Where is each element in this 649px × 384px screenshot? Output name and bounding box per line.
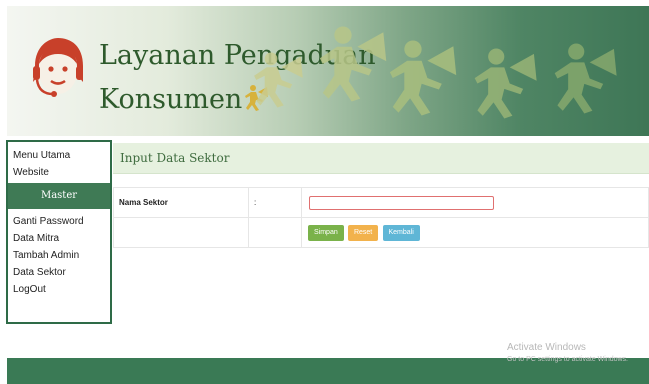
- reset-button[interactable]: Reset: [347, 224, 379, 241]
- sidebar-item-tambah-admin[interactable]: Tambah Admin: [8, 247, 110, 264]
- running-person-megaphone-icon: [254, 52, 303, 108]
- sidebar-item-menu-utama[interactable]: Menu Utama: [8, 147, 110, 164]
- content-header: Input Data Sektor: [113, 143, 649, 174]
- sidebar-item-data-sektor[interactable]: Data Sektor: [8, 264, 110, 281]
- field-separator: :: [248, 187, 302, 218]
- operator-headset-icon: [33, 38, 83, 97]
- save-button[interactable]: Simpan: [308, 224, 344, 241]
- empty-cell: [248, 217, 302, 248]
- running-person-megaphone-icon: [554, 43, 617, 114]
- running-person-megaphone-icon: [389, 40, 457, 116]
- form-row-actions: Simpan Reset Kembali: [113, 217, 649, 248]
- page-title: Input Data Sektor: [120, 151, 230, 165]
- field-label: Nama Sektor: [113, 187, 249, 218]
- form-row-nama-sektor: Nama Sektor :: [113, 187, 649, 218]
- nama-sektor-input[interactable]: [309, 195, 494, 210]
- running-person-megaphone-icon: [474, 48, 537, 119]
- header-banner: Layanan Pengaduan Konsumen: [7, 6, 649, 136]
- sidebar-item-website[interactable]: Website: [8, 164, 110, 181]
- activation-watermark-subtitle: Go to PC settings to activate Windows.: [507, 356, 628, 363]
- sector-form: Nama Sektor : Simpan Reset Kembali: [113, 187, 649, 248]
- running-person-megaphone-icon: [319, 26, 387, 102]
- sidebar-section-master[interactable]: Master: [8, 183, 110, 209]
- sidebar-item-logout[interactable]: LogOut: [8, 281, 110, 298]
- back-button[interactable]: Kembali: [382, 224, 420, 241]
- actions-cell: Simpan Reset Kembali: [301, 217, 649, 248]
- sidebar-item-data-mitra[interactable]: Data Mitra: [8, 230, 110, 247]
- sidebar-menu: Menu Utama Website Master Ganti Password…: [6, 140, 112, 324]
- sidebar-item-ganti-password[interactable]: Ganti Password: [8, 213, 110, 230]
- field-input-cell: [301, 187, 649, 218]
- activation-watermark-title: Activate Windows: [507, 342, 586, 353]
- app-title-line2: Konsumen: [99, 84, 270, 115]
- empty-cell: [113, 217, 249, 248]
